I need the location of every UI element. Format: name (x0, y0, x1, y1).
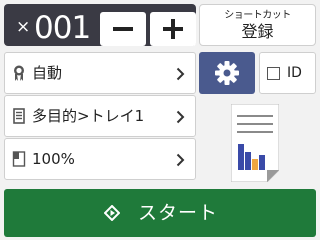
quality-icon (14, 65, 24, 81)
copy-count-value[interactable]: 001 (34, 10, 91, 46)
setting-row-tray[interactable]: 多目的>トレイ1 (4, 95, 196, 137)
decrease-copies-button[interactable] (100, 12, 146, 46)
increase-copies-button[interactable] (150, 12, 196, 46)
shortcut-label-line1: ショートカット (224, 10, 291, 21)
gear-icon (215, 61, 239, 85)
copy-count-display: × 001 (4, 4, 196, 46)
quality-value: 自動 (32, 64, 63, 82)
setting-row-zoom[interactable]: 100% (4, 138, 196, 180)
chevron-right-icon (176, 153, 185, 167)
minus-icon (113, 27, 133, 31)
id-checkbox[interactable] (267, 67, 280, 80)
setting-row-quality[interactable]: 自動 (4, 52, 196, 94)
shortcut-label-line2: 登録 (241, 22, 274, 41)
tray-value: 多目的>トレイ1 (32, 107, 145, 125)
start-label: スタート (138, 202, 219, 224)
id-copy-toggle[interactable]: ID (259, 52, 316, 94)
chevron-right-icon (176, 67, 185, 81)
tray-icon (13, 108, 25, 124)
start-diamond-icon (104, 205, 120, 221)
settings-button[interactable] (199, 52, 255, 94)
zoom-icon (12, 151, 26, 167)
id-label: ID (287, 65, 302, 81)
register-shortcut-button[interactable]: ショートカット 登録 (199, 4, 316, 46)
times-symbol: × (16, 17, 31, 37)
start-button[interactable]: スタート (4, 189, 316, 237)
document-preview-icon (231, 104, 279, 182)
zoom-value: 100% (32, 150, 75, 168)
chevron-right-icon (176, 110, 185, 124)
